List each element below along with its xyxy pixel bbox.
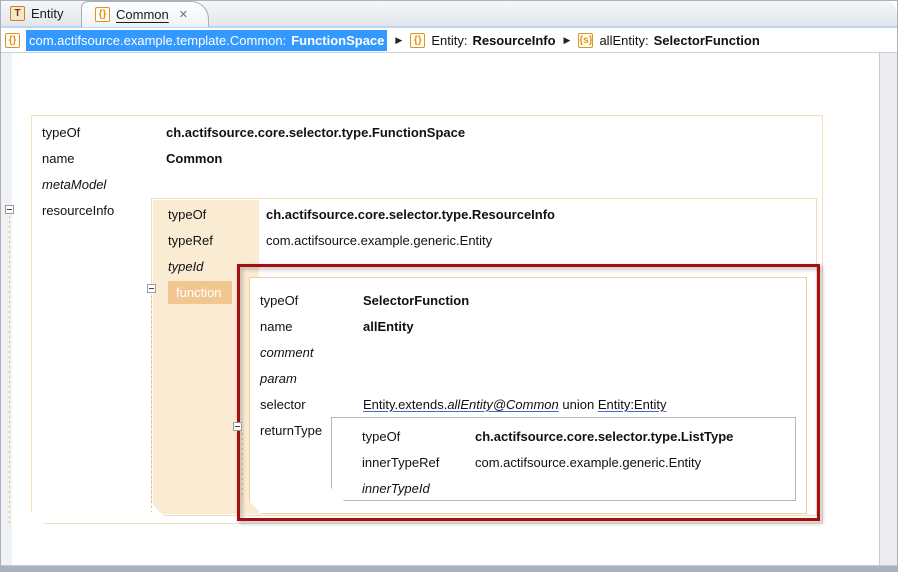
breadcrumb-prefix: allEntity: <box>599 33 648 48</box>
property-row: innerTypeRef com.actifsource.example.gen… <box>332 450 795 476</box>
property-label-innertypeid[interactable]: innerTypeId <box>362 476 430 502</box>
tab-common[interactable]: {} Common ✕ <box>81 1 209 27</box>
property-value-typeof[interactable]: ch.actifsource.core.selector.type.Resour… <box>266 202 555 228</box>
property-row: selector Entity.extends.allEntity@Common… <box>250 392 806 418</box>
property-label-selector[interactable]: selector <box>260 392 306 418</box>
collapse-icon[interactable] <box>233 422 242 431</box>
tree-guide-line <box>242 433 243 499</box>
braces-icon: {} <box>5 33 20 48</box>
breadcrumb-item-selectorfunction[interactable]: allEntity: SelectorFunction <box>599 33 759 48</box>
property-row: comment <box>250 340 806 366</box>
tab-entity-label: Entity <box>31 6 64 21</box>
tree-guide-line <box>9 216 10 523</box>
selector-link-allentity[interactable]: Entity.extends.allEntity@Common <box>363 397 559 412</box>
property-value-innertyperef[interactable]: com.actifsource.example.generic.Entity <box>475 450 701 476</box>
breadcrumb: {} com.actifsource.example.template.Comm… <box>1 28 897 53</box>
property-label-resourceinfo[interactable]: resourceInfo <box>42 198 114 224</box>
returntype-box: typeOf ch.actifsource.core.selector.type… <box>331 417 796 501</box>
property-row: innerTypeId <box>332 476 795 502</box>
selector-icon: {s} <box>578 33 593 48</box>
property-label-comment[interactable]: comment <box>260 340 313 366</box>
breadcrumb-name: SelectorFunction <box>654 33 760 48</box>
braces-icon: {} <box>95 7 110 22</box>
vertical-scrollbar[interactable] <box>879 53 897 567</box>
selector-link-italic: allEntity@Common <box>447 397 558 412</box>
tab-entity[interactable]: T Entity <box>1 1 81 26</box>
property-row: typeOf ch.actifsource.core.selector.type… <box>332 424 795 450</box>
property-row: name Common <box>32 146 822 172</box>
breadcrumb-prefix: Entity: <box>431 33 467 48</box>
property-label-metamodel[interactable]: metaModel <box>42 172 106 198</box>
breadcrumb-arrow-icon: ▶ <box>393 35 404 46</box>
collapse-icon[interactable] <box>5 205 14 214</box>
breadcrumb-prefix: com.actifsource.example.template.Common: <box>29 33 286 48</box>
collapse-icon[interactable] <box>147 284 156 293</box>
braces-icon: {} <box>410 33 425 48</box>
editor-tab-bar: T Entity {} Common ✕ <box>1 1 897 28</box>
resource-editor-canvas: typeOf ch.actifsource.core.selector.type… <box>1 53 897 565</box>
property-label-param[interactable]: param <box>260 366 297 392</box>
breadcrumb-name: ResourceInfo <box>472 33 555 48</box>
property-value-name[interactable]: Common <box>166 146 222 172</box>
property-row: typeRef com.actifsource.example.generic.… <box>152 228 816 254</box>
property-row: typeId <box>152 254 816 280</box>
property-row: typeOf ch.actifsource.core.selector.type… <box>32 120 822 146</box>
property-row: typeOf SelectorFunction <box>250 288 806 314</box>
property-label-typeof[interactable]: typeOf <box>362 424 400 450</box>
selector-link-entity[interactable]: Entity:Entity <box>598 397 667 412</box>
property-row: metaModel <box>32 172 822 198</box>
breadcrumb-item-functionspace[interactable]: com.actifsource.example.template.Common:… <box>26 30 387 51</box>
property-value-name[interactable]: allEntity <box>363 314 414 340</box>
breadcrumb-arrow-icon: ▶ <box>562 35 573 46</box>
property-value-typeof[interactable]: ch.actifsource.core.selector.type.ListTy… <box>475 424 733 450</box>
property-value-typeref[interactable]: com.actifsource.example.generic.Entity <box>266 228 492 254</box>
property-label-name[interactable]: name <box>42 146 75 172</box>
property-label-typeref[interactable]: typeRef <box>168 228 213 254</box>
tree-guide-line <box>151 296 152 512</box>
property-row: name allEntity <box>250 314 806 340</box>
breadcrumb-item-resourceinfo[interactable]: Entity: ResourceInfo <box>431 33 555 48</box>
property-label-typeof[interactable]: typeOf <box>42 120 80 146</box>
property-label-returntype[interactable]: returnType <box>260 418 322 444</box>
property-value-typeof[interactable]: SelectorFunction <box>363 288 469 314</box>
tab-common-label: Common <box>116 7 169 22</box>
close-tab-icon[interactable]: ✕ <box>179 8 188 21</box>
window-bottom-edge <box>1 565 897 571</box>
property-row: typeOf ch.actifsource.core.selector.type… <box>152 202 816 228</box>
property-label-typeof[interactable]: typeOf <box>168 202 206 228</box>
selector-link-text: Entity.extends. <box>363 397 447 412</box>
breadcrumb-name: FunctionSpace <box>291 33 384 48</box>
property-label-innertyperef[interactable]: innerTypeRef <box>362 450 439 476</box>
property-label-typeof[interactable]: typeOf <box>260 288 298 314</box>
property-label-name[interactable]: name <box>260 314 293 340</box>
property-label-typeid[interactable]: typeId <box>168 254 203 280</box>
selector-operator: union <box>559 397 598 412</box>
property-value-typeof[interactable]: ch.actifsource.core.selector.type.Functi… <box>166 120 465 146</box>
template-icon: T <box>10 6 25 21</box>
property-row: param <box>250 366 806 392</box>
editor-left-margin <box>1 53 12 567</box>
property-label-function-selected[interactable]: function <box>168 281 232 304</box>
actifsource-editor-window: T Entity {} Common ✕ {} com.actifsource.… <box>0 0 898 572</box>
selector-expression: Entity.extends.allEntity@Common union En… <box>363 392 666 418</box>
